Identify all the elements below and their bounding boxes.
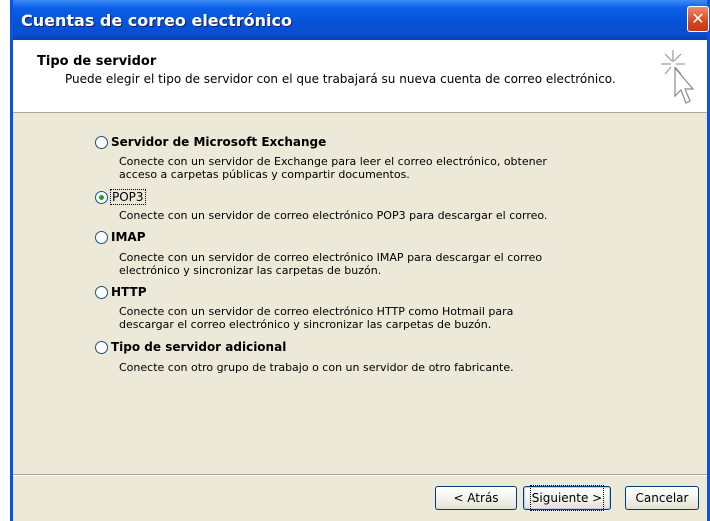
radio-http[interactable] [95,285,108,299]
title-bar[interactable]: Cuentas de correo electrónico ✕ [13,0,709,40]
back-button-label: < Atrás [453,491,499,505]
radio-additional[interactable] [95,340,108,354]
radio-pop3[interactable] [95,190,108,204]
option-pop3-label: POP3 [110,189,146,205]
option-http-label: HTTP [111,285,147,299]
cancel-button[interactable]: Cancelar [625,486,699,510]
option-exchange-label: Servidor de Microsoft Exchange [111,135,327,149]
option-imap-description: Conecte con un servidor de correo electr… [119,251,543,277]
radio-imap[interactable] [95,230,108,244]
wizard-header: Tipo de servidor Puede elegir el tipo de… [13,40,707,113]
next-button-label: Siguiente > [529,485,605,511]
close-icon: ✕ [691,9,705,28]
footer-divider [13,474,707,476]
page-description: Puede elegir el tipo de servidor con el … [65,72,616,86]
window-title: Cuentas de correo electrónico [21,11,293,30]
server-type-options: Servidor de Microsoft Exchange Conecte c… [13,113,707,443]
background-edge [0,0,10,521]
next-button[interactable]: Siguiente > [523,485,611,511]
option-pop3[interactable]: POP3 [95,189,146,205]
page-title: Tipo de servidor [37,54,157,69]
option-additional-description: Conecte con otro grupo de trabajo o con … [119,361,514,374]
dialog-window: Cuentas de correo electrónico ✕ Tipo de … [10,0,710,521]
option-imap-label: IMAP [111,230,146,244]
radio-exchange[interactable] [95,135,108,149]
option-imap[interactable]: IMAP [95,230,146,244]
back-button[interactable]: < Atrás [435,486,517,510]
option-http[interactable]: HTTP [95,285,146,299]
option-additional[interactable]: Tipo de servidor adicional [95,340,286,354]
option-additional-label: Tipo de servidor adicional [111,340,287,354]
option-exchange[interactable]: Servidor de Microsoft Exchange [95,135,326,149]
close-button[interactable]: ✕ [687,6,709,32]
option-http-description: Conecte con un servidor de correo electr… [119,305,514,331]
cancel-button-label: Cancelar [635,491,689,505]
wizard-cursor-sparkle-icon [661,50,695,104]
option-exchange-description: Conecte con un servidor de Exchange para… [119,155,547,181]
option-pop3-description: Conecte con un servidor de correo electr… [119,209,548,222]
